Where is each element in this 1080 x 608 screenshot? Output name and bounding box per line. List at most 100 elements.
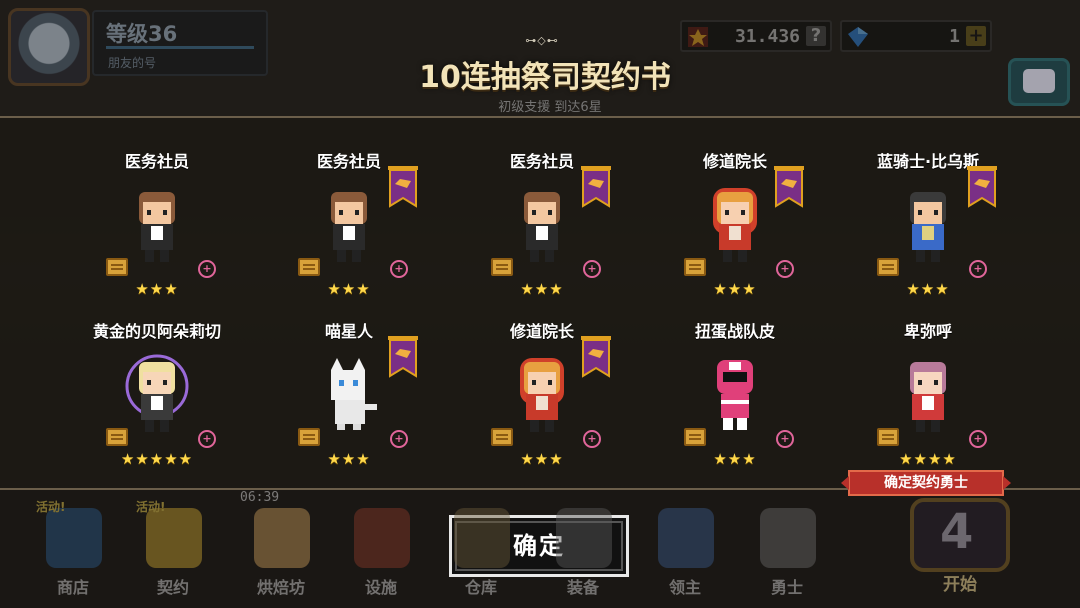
hero-name: 卑弥呼: [903, 322, 952, 341]
nav-icon: [556, 508, 612, 568]
contract-scroll-icon: [298, 428, 320, 446]
title-ornament: ⊶◇⊷: [525, 34, 559, 47]
page-subtitle: 初级支援 到达6星: [498, 100, 602, 115]
nav-item[interactable]: 烘焙坊: [236, 498, 326, 608]
hero-sprite: [703, 352, 767, 436]
hero-name: 扭蛋战队皮: [694, 322, 775, 341]
start-number: 4: [940, 504, 974, 560]
gem-value: 1: [949, 26, 960, 47]
nav-icon: [454, 508, 510, 568]
hero-stars: ★★★: [520, 450, 564, 468]
hero-card[interactable]: 卑弥呼 + ★★★★: [833, 288, 1023, 468]
nav-item[interactable]: 活动! 契约: [128, 498, 218, 608]
hero-card[interactable]: 喵星人 + ★★★: [254, 288, 444, 468]
element-icon: +: [198, 430, 216, 448]
gem-resource: 1 +: [840, 20, 992, 52]
hero-name: 医务社员: [124, 152, 189, 171]
hero-card[interactable]: 医务社员 + ★★★: [447, 118, 637, 298]
hero-sprite: [510, 352, 574, 436]
element-icon: +: [969, 260, 987, 278]
nav-badge: 活动!: [136, 500, 166, 514]
nav-icon: [658, 508, 714, 568]
nav-label: 领主: [668, 578, 701, 597]
hero-card[interactable]: 医务社员 + ★★★: [62, 118, 252, 298]
player-level: 等级36: [106, 22, 178, 46]
contract-scroll-icon: [877, 258, 899, 276]
hero-card[interactable]: 黄金的贝阿朵莉切 + ★★★★★: [62, 288, 252, 468]
hero-card[interactable]: 扭蛋战队皮 + ★★★: [640, 288, 830, 468]
contract-scroll-icon: [491, 428, 513, 446]
hero-sprite: [317, 182, 381, 266]
nav-label: 契约: [156, 578, 189, 597]
exp-bar: [106, 46, 254, 49]
contract-scroll-icon: [298, 258, 320, 276]
nav-icon: [254, 508, 310, 568]
hero-stars: ★★★: [713, 450, 757, 468]
trophy-icon: [688, 27, 708, 47]
element-icon: +: [198, 260, 216, 278]
trophy-resource: 31.436 ?: [680, 20, 832, 52]
contract-scroll-icon: [877, 428, 899, 446]
new-hero-banner-icon: [967, 166, 997, 208]
nav-item[interactable]: 活动! 商店: [28, 498, 118, 608]
nav-icon: [354, 508, 410, 568]
contract-scroll-icon: [684, 428, 706, 446]
new-hero-banner-icon: [581, 166, 611, 208]
hero-sprite: [510, 182, 574, 266]
nav-item[interactable]: 仓库: [436, 498, 526, 608]
hero-name: 黄金的贝阿朵莉切: [92, 322, 221, 341]
nav-label: 勇士: [770, 578, 803, 597]
add-gem-button[interactable]: +: [966, 26, 986, 46]
hero-stars: ★★★★★: [120, 450, 194, 468]
nav-item[interactable]: 装备: [538, 498, 628, 608]
player-level-panel: 等级36 朋友的号: [92, 10, 268, 76]
element-icon: +: [583, 430, 601, 448]
nav-badge: 活动!: [36, 500, 66, 514]
nav-label: 商店: [56, 578, 89, 597]
nav-icon: [760, 508, 816, 568]
hero-sprite: [317, 352, 381, 436]
nav-item[interactable]: 领主: [640, 498, 730, 608]
new-hero-banner-icon: [774, 166, 804, 208]
nav-label: 装备: [566, 578, 599, 597]
hero-card[interactable]: 修道院长 + ★★★: [640, 118, 830, 298]
help-icon[interactable]: ?: [806, 26, 826, 46]
element-icon: +: [390, 430, 408, 448]
nav-label: 设施: [364, 578, 397, 597]
trophy-value: 31.436: [734, 26, 800, 47]
nav-label: 仓库: [464, 578, 497, 597]
new-hero-banner-icon: [581, 336, 611, 378]
hero-stars: ★★★★: [899, 450, 957, 468]
start-button[interactable]: 4 开始: [900, 494, 1020, 595]
nav-label: 烘焙坊: [256, 578, 305, 597]
hero-stars: ★★★: [327, 450, 371, 468]
player-nickname: 朋友的号: [108, 56, 157, 70]
summon-results-panel: 医务社员 + ★★★ 医务社员 + ★★★ 医务社员 + ★★★ 修道院长 + ★★★ 蓝骑士·比乌斯 +…: [0, 116, 1080, 490]
element-icon: +: [776, 260, 794, 278]
nav-icon: [46, 508, 102, 568]
element-icon: +: [390, 260, 408, 278]
bottom-nav: 06:39 活动! 商店 活动! 契约 烘焙坊 设施 仓库 装备 领主 勇士 4 开始: [0, 490, 1080, 608]
contract-scroll-icon: [106, 428, 128, 446]
page-title: 10连抽祭司契约书: [419, 60, 671, 95]
contract-scroll-icon: [106, 258, 128, 276]
new-hero-banner-icon: [388, 166, 418, 208]
chat-button[interactable]: [1008, 58, 1070, 106]
start-label: 开始: [943, 575, 977, 595]
player-avatar[interactable]: [8, 8, 90, 86]
contract-scroll-icon: [684, 258, 706, 276]
element-icon: +: [969, 430, 987, 448]
contract-scroll-icon: [491, 258, 513, 276]
new-hero-banner-icon: [388, 336, 418, 378]
hero-sprite: [703, 182, 767, 266]
nav-item[interactable]: 设施: [336, 498, 426, 608]
hero-card[interactable]: 医务社员 + ★★★: [254, 118, 444, 298]
hero-sprite: [125, 352, 189, 436]
hero-card[interactable]: 蓝骑士·比乌斯 + ★★★: [833, 118, 1023, 298]
element-icon: +: [776, 430, 794, 448]
hero-sprite: [125, 182, 189, 266]
nav-icon: [146, 508, 202, 568]
hero-card[interactable]: 修道院长 + ★★★: [447, 288, 637, 468]
hero-sprite: [896, 182, 960, 266]
nav-item[interactable]: 勇士: [742, 498, 832, 608]
